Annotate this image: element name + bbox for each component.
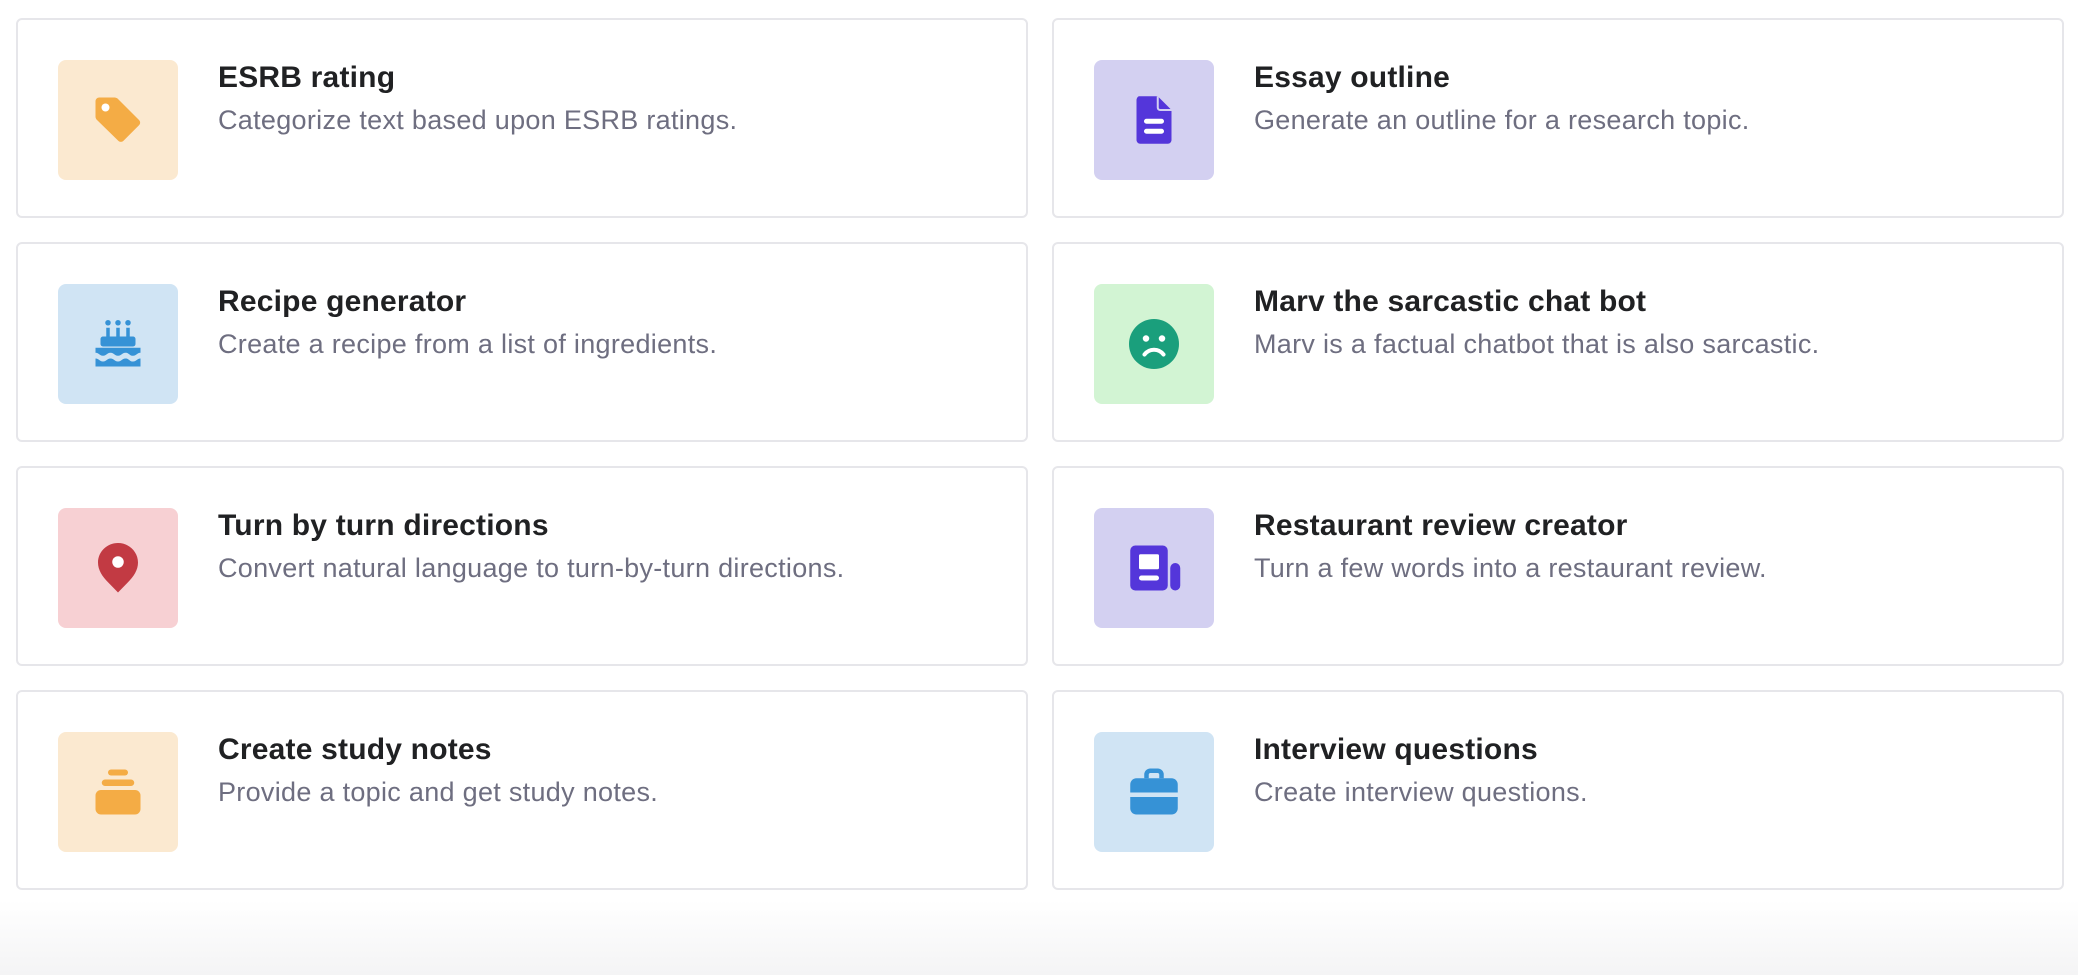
icon-tile [58,732,178,852]
newspaper-icon [1130,545,1181,591]
example-card-restaurant-review-creator[interactable]: Restaurant review creator Turn a few wor… [1052,466,2064,666]
icon-tile [1094,732,1214,852]
icon-tile [58,284,178,404]
example-card-marv-chat-bot[interactable]: Marv the sarcastic chat bot Marv is a fa… [1052,242,2064,442]
example-description: Turn a few words into a restaurant revie… [1254,553,1767,583]
icon-tile [58,60,178,180]
document-icon [1136,96,1172,144]
cake-icon [95,320,141,367]
icon-tile [1094,508,1214,628]
example-card-create-study-notes[interactable]: Create study notes Provide a topic and g… [16,690,1028,890]
briefcase-icon [1130,768,1178,815]
example-title: Essay outline [1254,61,1451,94]
example-card-essay-outline[interactable]: Essay outline Generate an outline for a … [1052,18,2064,218]
example-card-recipe-generator[interactable]: Recipe generator Create a recipe from a … [16,242,1028,442]
example-description: Categorize text based upon ESRB ratings. [218,105,738,135]
example-title: ESRB rating [218,61,396,94]
example-title: Interview questions [1254,733,1538,766]
example-description: Create interview questions. [1254,777,1588,807]
example-card-turn-by-turn-directions[interactable]: Turn by turn directions Convert natural … [16,466,1028,666]
sad-face-icon [1129,319,1179,369]
example-description: Marv is a factual chatbot that is also s… [1254,329,1820,359]
example-description: Create a recipe from a list of ingredien… [218,329,718,359]
icon-tile [58,508,178,628]
example-title: Create study notes [218,733,492,766]
example-title: Marv the sarcastic chat bot [1254,285,1647,318]
example-card-interview-questions[interactable]: Interview questions Create interview que… [1052,690,2064,890]
example-title: Recipe generator [218,285,467,318]
stack-icon [95,769,141,815]
map-pin-icon [98,543,138,593]
example-card-esrb-rating[interactable]: ESRB rating Categorize text based upon E… [16,18,1028,218]
example-title: Turn by turn directions [218,509,549,542]
icon-tile [1094,60,1214,180]
examples-grid: ESRB rating Categorize text based upon E… [16,18,2064,890]
example-description: Convert natural language to turn-by-turn… [218,553,845,583]
example-description: Provide a topic and get study notes. [218,777,659,807]
example-title: Restaurant review creator [1254,509,1628,542]
icon-tile [1094,284,1214,404]
tag-icon [95,97,141,142]
page-bottom-fade [0,900,2078,975]
example-description: Generate an outline for a research topic… [1254,105,1750,135]
